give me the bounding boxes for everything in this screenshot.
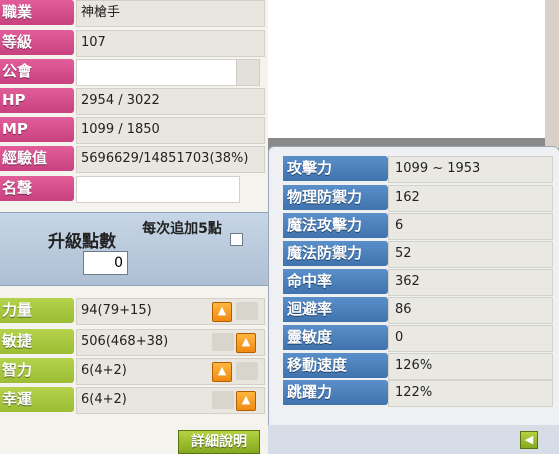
detail-button[interactable]: 詳細說明 (178, 430, 260, 454)
auto-add-label: 每次追加5點 (142, 221, 222, 237)
back-arrow-icon: ◀ (524, 433, 534, 446)
character-preview-area (268, 0, 545, 138)
collapse-button[interactable]: ◀ (520, 431, 538, 449)
level-value: 107 (76, 30, 265, 57)
accuracy-label: 命中率 (283, 269, 388, 294)
guild-value (76, 59, 240, 86)
str-slot (236, 302, 258, 320)
ability-points-value: 0 (83, 251, 128, 275)
int-label: 智力 (0, 358, 74, 383)
jump-label: 跳躍力 (283, 380, 388, 405)
hands-value: 0 (388, 325, 553, 352)
magic-def-value: 52 (388, 241, 553, 268)
str-plus-button[interactable]: ▲ (212, 302, 232, 322)
ability-points-label: 升級點數 (48, 232, 116, 252)
magic-atk-value: 6 (388, 213, 553, 240)
fame-label: 名聲 (0, 176, 74, 201)
level-label: 等級 (0, 30, 74, 55)
luk-plus-button[interactable]: ▲ (236, 391, 256, 411)
speed-value: 126% (388, 353, 553, 380)
dex-plus-button[interactable]: ▲ (236, 333, 256, 353)
job-value: 神槍手 (76, 0, 265, 27)
ability-points-section: 升級點數 0 每次追加5點 (0, 212, 268, 286)
guild-label: 公會 (0, 59, 74, 84)
luk-label: 幸運 (0, 387, 74, 412)
str-label: 力量 (0, 298, 74, 323)
dex-label: 敏捷 (0, 329, 74, 354)
jump-value: 122% (388, 380, 553, 407)
phys-def-label: 物理防禦力 (283, 185, 388, 210)
hp-label: HP (0, 88, 74, 113)
avoid-value: 86 (388, 297, 553, 324)
mp-label: MP (0, 117, 74, 142)
luk-slot (212, 391, 234, 409)
plus-icon: ▲ (241, 393, 251, 406)
plus-icon: ▲ (217, 364, 227, 377)
exp-label: 經驗值 (0, 146, 74, 171)
attack-label: 攻擊力 (283, 156, 388, 181)
detail-panel-footer (268, 425, 559, 454)
plus-icon: ▲ (241, 335, 251, 348)
accuracy-value: 362 (388, 269, 553, 296)
attack-value: 1099 ~ 1953 (388, 156, 553, 183)
avoid-label: 迴避率 (283, 297, 388, 322)
hands-label: 靈敏度 (283, 325, 388, 350)
magic-atk-label: 魔法攻擊力 (283, 213, 388, 238)
int-slot (236, 362, 258, 380)
preview-edge (545, 0, 559, 148)
mp-value: 1099 / 1850 (76, 117, 265, 144)
auto-add-checkbox[interactable] (230, 233, 243, 246)
speed-label: 移動速度 (283, 353, 388, 378)
dex-slot (212, 333, 234, 351)
guild-emblem-slot (236, 59, 260, 86)
exp-value: 5696629/14851703(38%) (76, 146, 265, 173)
int-plus-button[interactable]: ▲ (212, 362, 232, 382)
job-label: 職業 (0, 0, 74, 25)
plus-icon: ▲ (217, 304, 227, 317)
magic-def-label: 魔法防禦力 (283, 241, 388, 266)
hp-value: 2954 / 3022 (76, 88, 265, 115)
fame-value (76, 176, 240, 203)
phys-def-value: 162 (388, 185, 553, 212)
